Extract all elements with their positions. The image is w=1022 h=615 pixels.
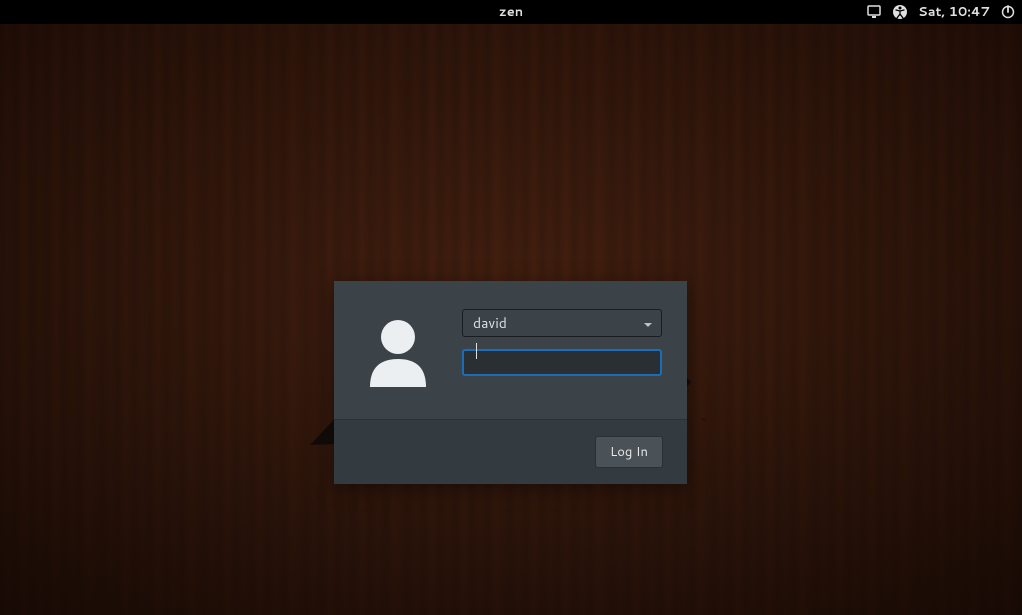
login-fields: david [462, 309, 662, 376]
avatar [364, 309, 432, 393]
username-select[interactable]: david [462, 309, 662, 337]
chevron-down-icon [643, 313, 653, 333]
login-button[interactable]: Log In [595, 436, 663, 468]
user-avatar-icon [364, 315, 432, 387]
display-icon[interactable] [866, 4, 882, 20]
hostname-label: zen [499, 3, 523, 21]
top-bar-right: Sat, 10:47 [866, 3, 1022, 21]
text-cursor [476, 343, 477, 359]
login-footer: Log In [334, 419, 687, 484]
accessibility-icon[interactable] [892, 4, 908, 20]
login-panel: david Log In [334, 281, 687, 484]
login-main: david [334, 281, 687, 419]
password-input[interactable] [462, 349, 662, 376]
username-selected-label: david [473, 313, 507, 333]
top-bar: zen Sat, 10:47 [0, 0, 1022, 24]
power-icon[interactable] [1000, 4, 1016, 20]
datetime-label[interactable]: Sat, 10:47 [918, 3, 990, 21]
password-input-wrapper [462, 337, 662, 376]
